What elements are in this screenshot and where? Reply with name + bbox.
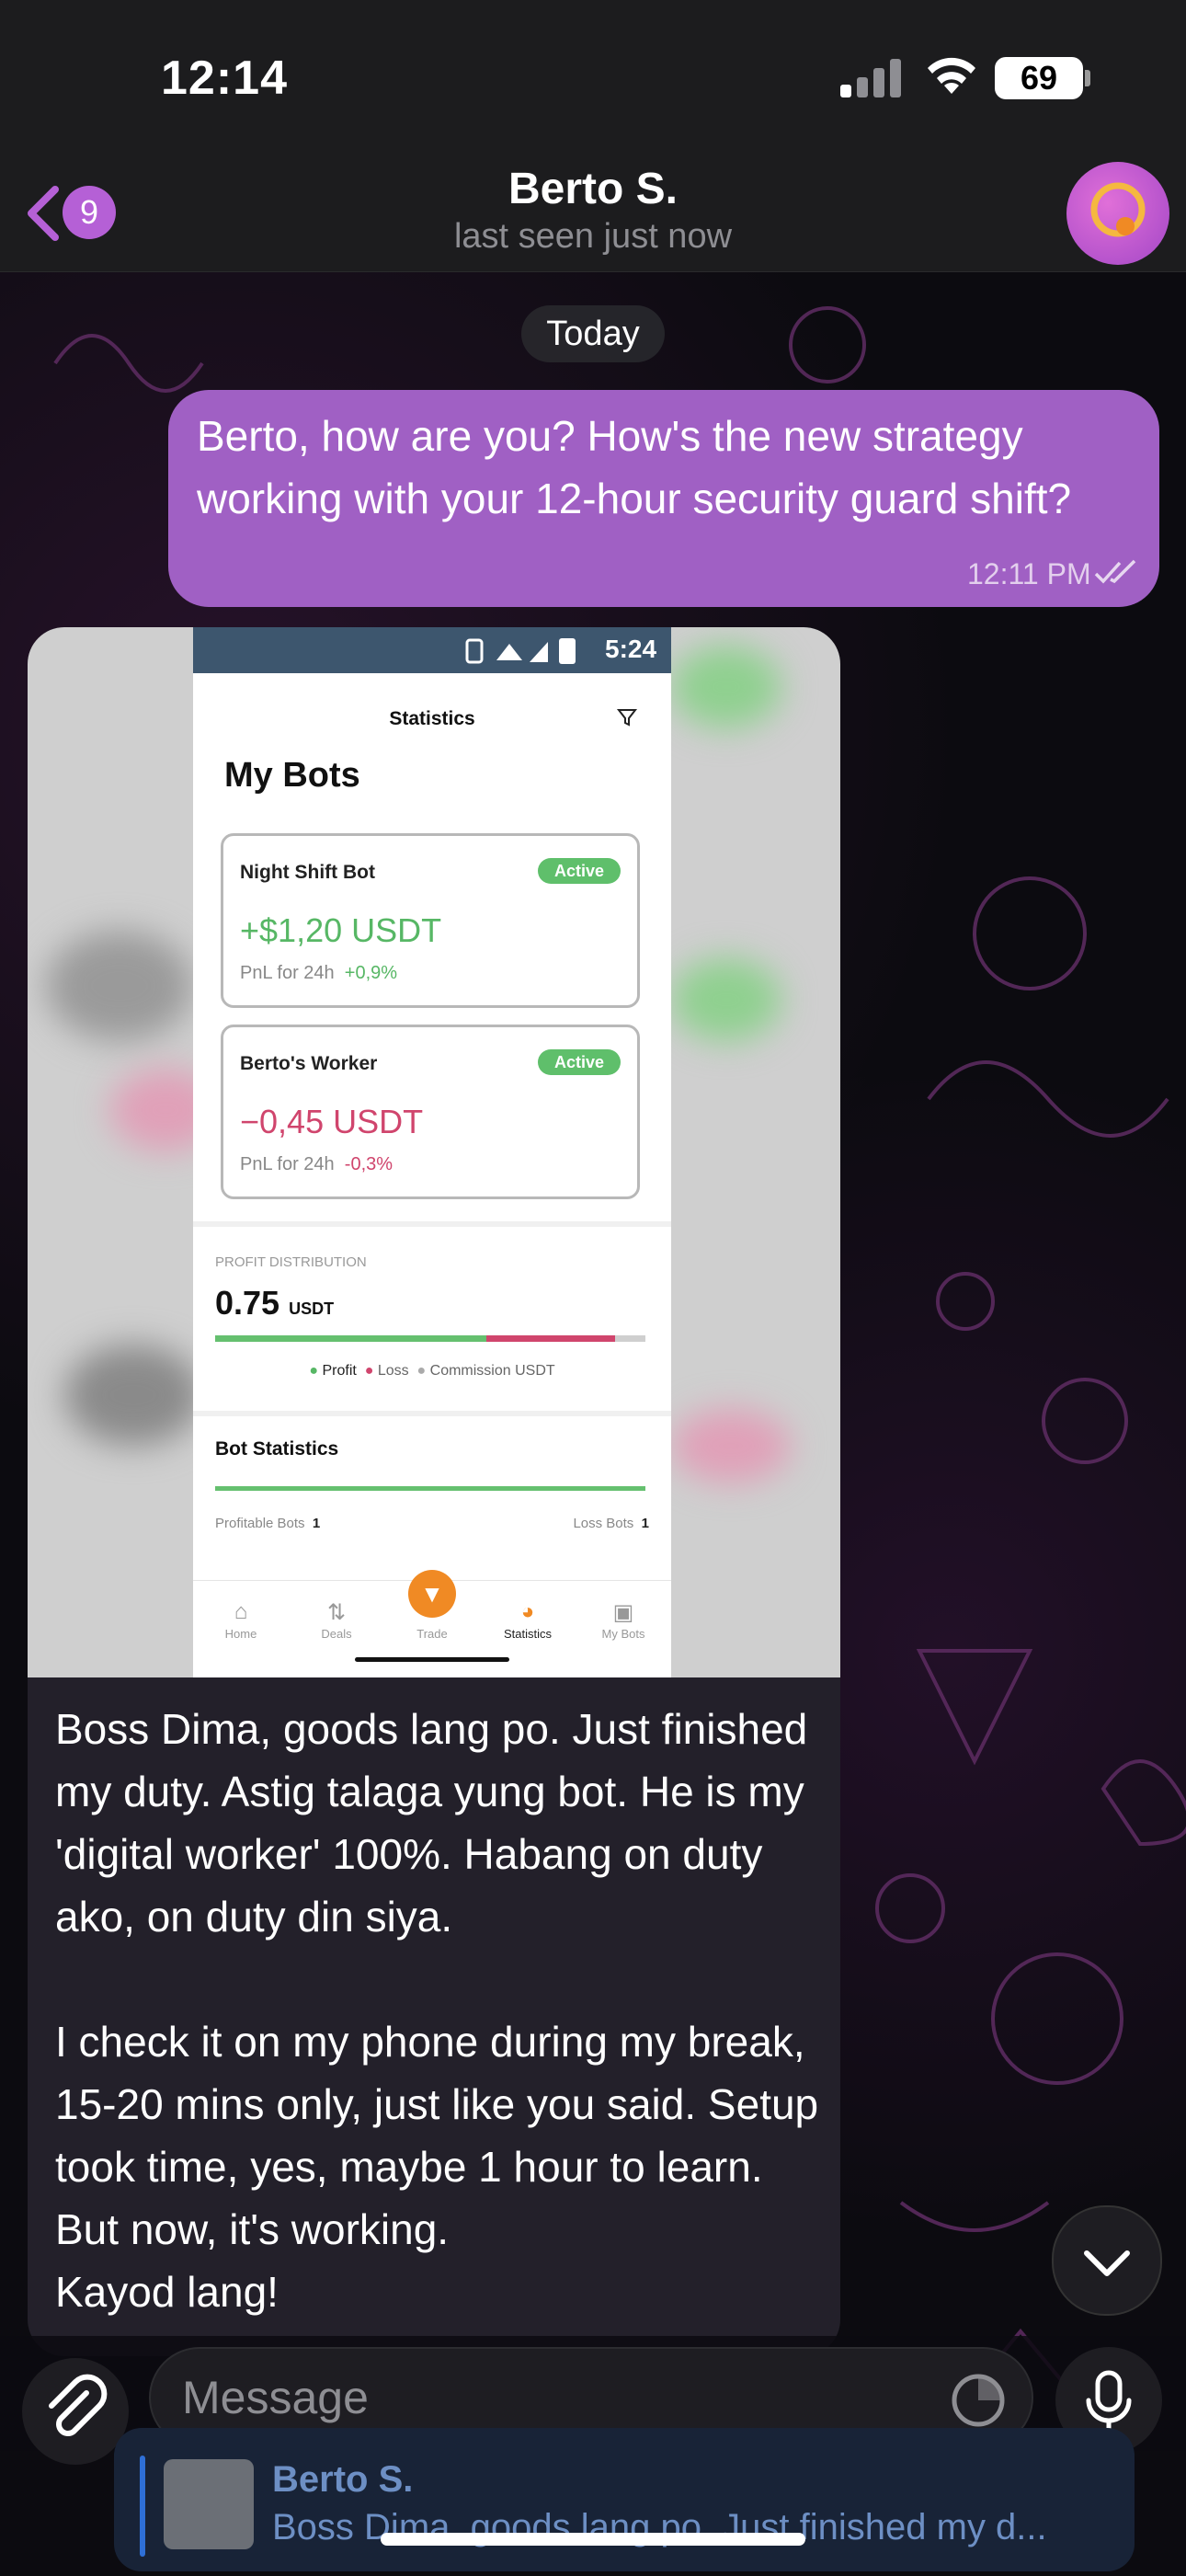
chevron-down-icon — [1084, 2250, 1130, 2276]
commission-bar — [615, 1335, 645, 1342]
incoming-message-bubble[interactable]: 5:24 Statistics My Bots Night Shift Bot … — [28, 627, 840, 2356]
screenshot-home-indicator — [355, 1657, 509, 1662]
blur-spot — [46, 931, 193, 1041]
status-badge: Active — [537, 858, 621, 884]
bot-value: +$1,20 USDT — [240, 911, 442, 949]
loss-bar — [486, 1335, 615, 1342]
legend-commission: Commission USDT — [429, 1363, 555, 1379]
loss-bots: Loss Bots 1 — [573, 1516, 649, 1531]
paperclip-icon — [49, 2374, 108, 2436]
screenshot-status-bar: 5:24 — [193, 627, 671, 673]
home-indicator — [381, 2533, 805, 2546]
double-check-icon — [1094, 559, 1136, 584]
attach-button[interactable] — [22, 2358, 129, 2465]
blur-spot — [671, 646, 781, 728]
blur-spot — [671, 1409, 791, 1483]
screenshot-page-title: Statistics — [389, 708, 475, 729]
sticker-icon[interactable] — [949, 2371, 1008, 2430]
banner-accent-bar — [140, 2456, 145, 2557]
status-bar: 12:14 69 — [0, 0, 1186, 156]
message-placeholder: Message — [182, 2372, 369, 2423]
screenshot-bottom-nav: ⌂ Home ⇅ Deals ▼ Trade ◕ Statistics ▣ My… — [193, 1570, 671, 1677]
section-divider — [193, 1411, 671, 1416]
attached-screenshot[interactable]: 5:24 Statistics My Bots Night Shift Bot … — [193, 627, 671, 1677]
profit-value: 0.75 — [215, 1284, 280, 1322]
reply-notification-banner[interactable] — [114, 2428, 1135, 2571]
battery-cap — [1085, 70, 1090, 86]
wifi-icon — [928, 57, 975, 94]
legend-profit: Profit — [322, 1363, 357, 1379]
distribution-legend: ● Profit ● Loss ● Commission USDT — [309, 1363, 555, 1379]
profit-unit: USDT — [289, 1299, 335, 1318]
profitable-label: Profitable Bots — [215, 1516, 305, 1531]
bot-value: −0,45 USDT — [240, 1103, 424, 1140]
bot-card: Berto's Worker Active −0,45 USDT PnL for… — [221, 1025, 640, 1199]
bot-card: Night Shift Bot Active +$1,20 USDT PnL f… — [221, 833, 640, 1008]
bot-name: Berto's Worker — [240, 1053, 378, 1074]
pnl-change: +0,9% — [344, 963, 398, 983]
statistics-icon: ◕ — [520, 1599, 535, 1624]
profitable-count: 1 — [312, 1516, 321, 1531]
profit-distribution-label: PROFIT DISTRIBUTION — [215, 1254, 367, 1270]
bot-name: Night Shift Bot — [240, 862, 375, 883]
nav-home: Home — [224, 1627, 257, 1641]
section-divider — [193, 1221, 671, 1227]
trade-icon: ▼ — [408, 1570, 456, 1618]
pnl-label: PnL for 24h — [240, 963, 335, 983]
bot-icon: ▣ — [612, 1600, 634, 1625]
status-badge: Active — [537, 1049, 621, 1075]
battery-indicator: 69 — [995, 57, 1083, 99]
blur-spot — [671, 958, 781, 1041]
legend-loss: Loss — [377, 1363, 409, 1379]
bot-statistics-title: Bot Statistics — [215, 1438, 339, 1460]
loss-count: 1 — [641, 1516, 649, 1531]
bot-statistics-bar — [215, 1486, 645, 1491]
scroll-to-bottom-button[interactable] — [1052, 2205, 1162, 2316]
screenshot-clock: 5:24 — [605, 635, 657, 663]
deals-icon: ⇅ — [326, 1600, 347, 1625]
nav-deals: Deals — [321, 1627, 352, 1641]
blur-spot — [64, 1345, 202, 1446]
pnl-change: -0,3% — [344, 1154, 393, 1174]
banner-sender-name: Berto S. — [272, 2459, 414, 2500]
outgoing-message-time: 12:11 PM — [967, 557, 1091, 590]
last-seen-status: last seen just now — [453, 217, 733, 256]
nav-trade: Trade — [416, 1627, 448, 1641]
nav-my-bots: My Bots — [601, 1627, 645, 1641]
incoming-message-text: Boss Dima, goods lang po. Just finished … — [55, 1705, 819, 2316]
cellular-signal-icon — [840, 59, 901, 97]
avatar-sticker-icon — [1090, 182, 1146, 237]
nav-statistics: Statistics — [503, 1627, 552, 1641]
pnl-label: PnL for 24h — [240, 1154, 335, 1174]
contact-name[interactable]: Berto S. — [0, 164, 1186, 214]
profit-bar — [215, 1335, 486, 1342]
bot-pnl: PnL for 24h +0,9% — [240, 963, 397, 984]
clock: 12:14 — [161, 52, 288, 105]
filter-icon — [616, 709, 638, 727]
profit-distribution-value: 0.75 USDT — [215, 1284, 334, 1322]
screenshot-heading: My Bots — [224, 756, 360, 795]
home-icon: ⌂ — [234, 1599, 248, 1624]
profitable-bots: Profitable Bots 1 — [215, 1516, 320, 1531]
banner-thumbnail — [164, 2459, 254, 2549]
loss-label: Loss Bots — [573, 1516, 634, 1531]
outgoing-message-text: Berto, how are you? How's the new strate… — [197, 412, 1072, 522]
bot-pnl: PnL for 24h -0,3% — [240, 1154, 393, 1175]
date-separator: Today — [521, 305, 665, 362]
contact-avatar[interactable] — [1066, 162, 1169, 265]
chat-header: 9 Berto S. last seen just now — [0, 156, 1186, 272]
